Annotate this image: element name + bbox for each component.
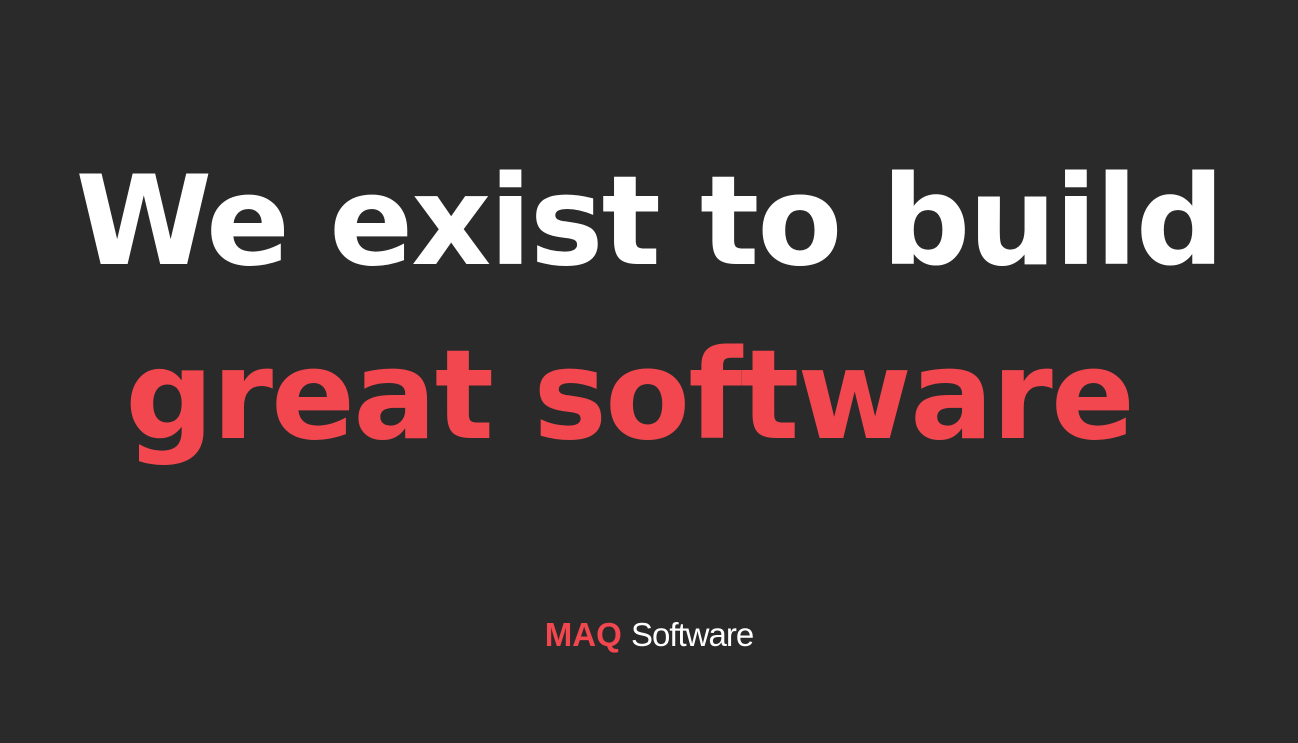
headline-line-1: We exist to build bbox=[75, 150, 1225, 294]
logo-mark: MAQ bbox=[544, 616, 622, 653]
logo-wordmark: Software bbox=[630, 616, 754, 653]
maq-software-logo: MAQ Software bbox=[0, 618, 1298, 651]
headline-line-2: great software bbox=[125, 324, 1135, 468]
